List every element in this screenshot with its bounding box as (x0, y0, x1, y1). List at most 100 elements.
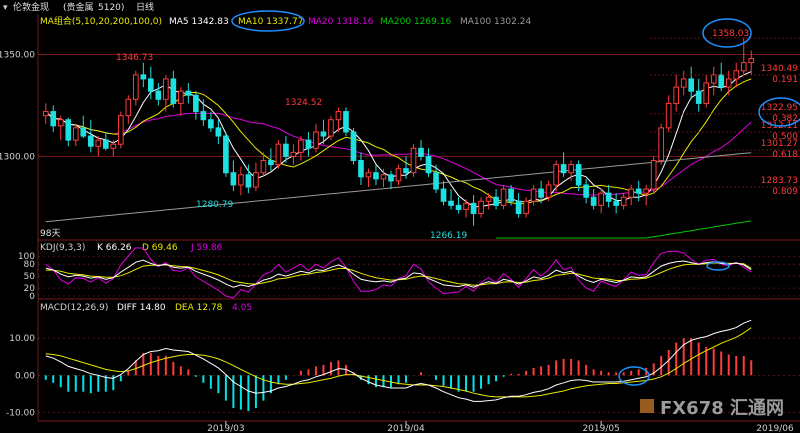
candle-body (710, 74, 717, 84)
fib-price-label: 1340.49 (761, 64, 798, 74)
instrument-category: (贵金属 (63, 1, 94, 13)
candle-body (275, 143, 282, 166)
x-tick-label: 2019/04 (387, 424, 425, 433)
candle-body (583, 184, 589, 198)
candle-body (538, 188, 544, 198)
annotation-low-2: 1266.19 (430, 231, 467, 241)
candle-body (500, 188, 507, 206)
ma200-value: MA200 1269.16 (380, 17, 451, 27)
candle-body (680, 78, 687, 88)
candle-body (283, 143, 289, 157)
candle-body (208, 119, 214, 129)
candle-body (268, 160, 274, 166)
candle-body (358, 160, 364, 178)
candle-body (50, 111, 57, 127)
ma5-value: MA5 1342.83 (169, 17, 229, 27)
candle-body (155, 90, 162, 100)
kdj-d-value: D 69.46 (142, 243, 178, 253)
candle-body (57, 119, 64, 127)
candle-body (305, 139, 312, 149)
candle-body (628, 188, 634, 198)
candle-body (553, 164, 559, 186)
candle-body (335, 111, 342, 121)
candle-body (748, 58, 755, 64)
candle-body (132, 74, 139, 100)
price-tick-label: 1350.00 (0, 50, 35, 60)
candle-body (703, 82, 710, 104)
candle-body (725, 78, 732, 88)
instrument-code: 5120) (98, 3, 124, 13)
fib-ratio-label: 0.618 (772, 150, 798, 160)
candle-body (740, 62, 747, 72)
candle-body (515, 200, 522, 215)
kdj-tick-label: 80 (24, 260, 36, 270)
ma100-value: MA100 1302.24 (460, 17, 531, 27)
candle-body (560, 164, 567, 174)
macd-legend: MACD(12,26,9) DIFF 14.80 DEA 12.78 4.05 (40, 303, 252, 313)
annotation-low-1: 1280.79 (196, 200, 233, 210)
candle-body (493, 196, 499, 206)
period-selector[interactable]: 日线 (136, 1, 154, 13)
candle-body (147, 78, 154, 92)
candle-body (508, 188, 514, 202)
candle-body (568, 164, 574, 174)
candle-body (102, 139, 109, 149)
candle-body (260, 160, 267, 174)
ma10-value: MA10 1337.77 (238, 17, 303, 27)
candle-body (290, 151, 297, 157)
annotation-high-1: 1346.73 (116, 53, 153, 63)
candle-body (163, 78, 169, 100)
candle-body (388, 174, 394, 182)
candle-body (350, 131, 357, 162)
kdj-legend: KDJ(9,3,3) K 66.26 D 69.46 J 59.86 (40, 243, 223, 253)
candle-body (193, 94, 199, 113)
candle-body (410, 147, 417, 174)
candle-body (478, 200, 484, 215)
candle-body (125, 98, 132, 117)
price-tick-label: 1300.00 (0, 152, 35, 162)
candle-body (523, 200, 529, 215)
watermark-text: FX678 汇通网 (660, 398, 784, 419)
candle-body (440, 188, 447, 202)
macd-histogram-value: 4.05 (232, 303, 252, 313)
chart-root: ▾ 伦敦金现 (贵金属 5120) 日线 MA组合(5,10,20,200,10… (0, 0, 800, 433)
chevron-down-icon[interactable]: ▾ (3, 3, 8, 13)
kdj-label: KDJ(9,3,3) (40, 243, 85, 253)
candle-body (328, 119, 334, 137)
fib-ratio-label: 0.191 (772, 75, 798, 85)
candle-body (395, 168, 402, 182)
macd-diff-value: DIFF 14.80 (117, 303, 166, 313)
macd-tick-label: -10.00 (6, 409, 35, 419)
candle-body (575, 164, 582, 186)
candle-body (80, 127, 87, 137)
candle-body (545, 184, 552, 198)
kdj-k-value: K 66.26 (97, 243, 132, 253)
candle-body (605, 192, 612, 202)
kdj-j-value: J 59.86 (190, 243, 223, 253)
candle-body (380, 174, 387, 180)
candle-body (117, 115, 124, 145)
candle-body (238, 174, 244, 186)
candle-body (613, 200, 619, 206)
candle-body (253, 172, 259, 188)
candle-body (373, 172, 379, 180)
days-label: 98天 (40, 229, 60, 239)
candle-body (42, 111, 49, 117)
candle-body (403, 168, 409, 174)
candle-body (170, 78, 177, 104)
candle-body (590, 196, 597, 206)
candle-body (65, 119, 72, 141)
fib-price-label: 1322.95 (761, 103, 798, 113)
x-tick-label: 2019/03 (207, 424, 244, 433)
candle-body (72, 127, 79, 141)
candle-body (463, 202, 469, 210)
candle-body (313, 131, 319, 149)
candle-body (455, 204, 462, 210)
candle-body (695, 90, 702, 104)
candle-body (433, 172, 439, 190)
candle-body (95, 139, 102, 147)
candle-body (245, 174, 252, 188)
fib-price-label: 1301.27 (761, 139, 798, 149)
instrument-name: 伦敦金现 (13, 1, 49, 13)
candle-body (530, 188, 537, 202)
